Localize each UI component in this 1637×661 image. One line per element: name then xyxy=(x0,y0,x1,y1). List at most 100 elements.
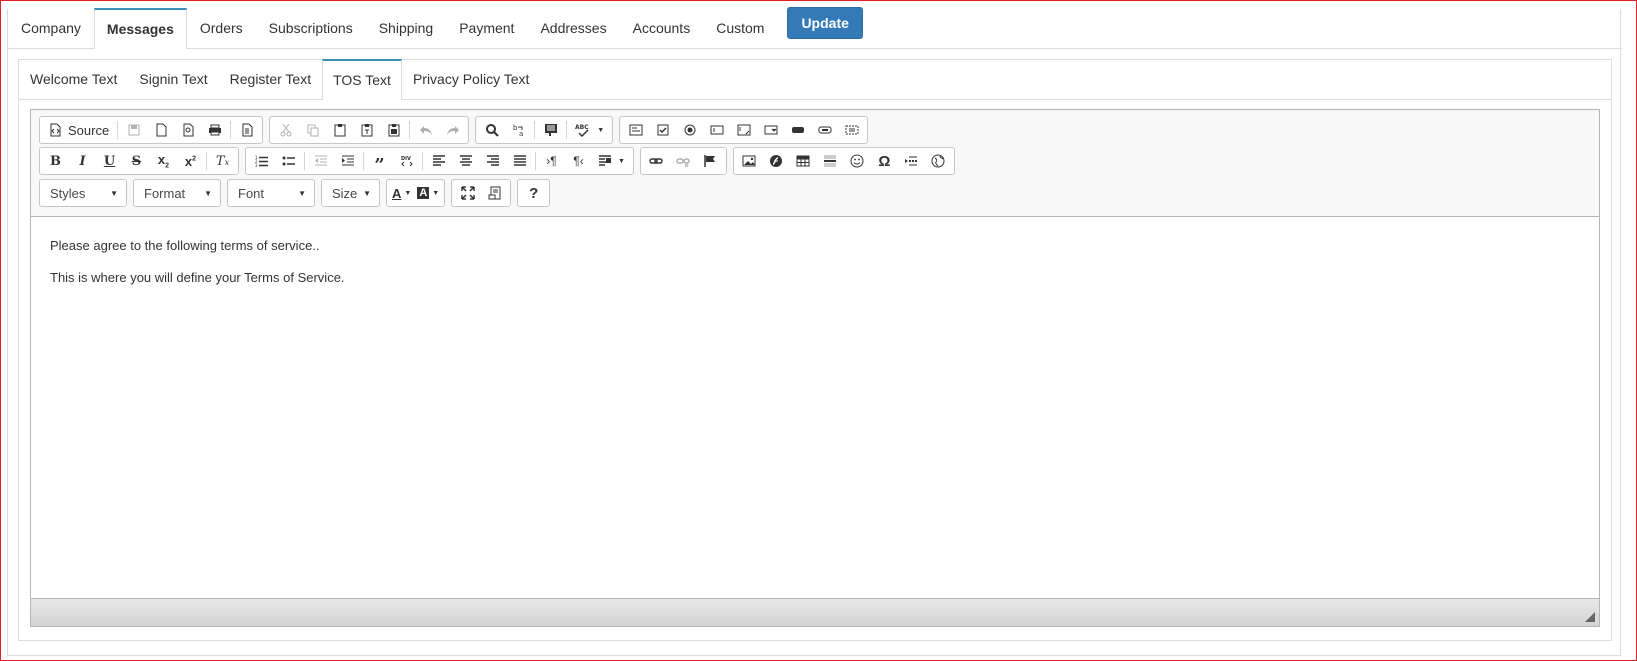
form-button[interactable] xyxy=(622,118,649,142)
strike-button[interactable]: S xyxy=(123,149,150,173)
editor-content[interactable]: Please agree to the following terms of s… xyxy=(31,217,1599,598)
tab-accounts[interactable]: Accounts xyxy=(620,8,704,48)
tab-payment[interactable]: Payment xyxy=(446,8,527,48)
background-color-button[interactable]: A ▼ xyxy=(414,181,442,205)
tab-company[interactable]: Company xyxy=(8,8,94,48)
help-button[interactable]: ? xyxy=(520,181,547,205)
justify-button[interactable] xyxy=(506,149,533,173)
create-div-button[interactable]: DIV xyxy=(393,149,420,173)
tab-tos-text[interactable]: TOS Text xyxy=(322,59,402,100)
subscript-button[interactable]: x2 xyxy=(150,149,177,173)
cut-button[interactable] xyxy=(272,118,299,142)
resize-handle-icon[interactable] xyxy=(1585,612,1595,622)
undo-icon xyxy=(419,126,432,135)
indent-button[interactable] xyxy=(334,149,361,173)
tab-addresses[interactable]: Addresses xyxy=(527,8,619,48)
print-button[interactable] xyxy=(201,118,228,142)
unlink-button[interactable] xyxy=(670,149,697,173)
source-button[interactable]: Source xyxy=(42,118,115,142)
special-char-button[interactable]: Ω xyxy=(871,149,898,173)
bulleted-list-button[interactable] xyxy=(275,149,302,173)
show-blocks-icon xyxy=(488,186,501,200)
tab-register-text[interactable]: Register Text xyxy=(219,59,322,99)
image-button-field-button[interactable] xyxy=(811,118,838,142)
image-button[interactable] xyxy=(736,149,763,173)
ltr-button[interactable]: ›¶ xyxy=(538,149,565,173)
settings-panel: Company Messages Orders Subscriptions Sh… xyxy=(7,6,1622,656)
flash-button[interactable] xyxy=(763,149,790,173)
globe-icon xyxy=(931,154,945,168)
blockquote-button[interactable]: ” xyxy=(366,149,393,176)
tab-welcome-text[interactable]: Welcome Text xyxy=(19,59,128,99)
textarea-button[interactable] xyxy=(730,118,757,142)
replace-button[interactable]: ba xyxy=(505,118,532,142)
save-button[interactable] xyxy=(120,118,147,142)
templates-button[interactable] xyxy=(233,118,260,142)
tab-signin-text[interactable]: Signin Text xyxy=(128,59,218,99)
table-button[interactable] xyxy=(790,149,817,173)
tab-privacy-policy-text[interactable]: Privacy Policy Text xyxy=(402,59,540,99)
button-field-button[interactable] xyxy=(784,118,811,142)
align-left-button[interactable] xyxy=(425,149,452,173)
remove-format-button[interactable]: Tx xyxy=(209,149,236,173)
checkbox-button[interactable] xyxy=(649,118,676,142)
tab-subscriptions[interactable]: Subscriptions xyxy=(256,8,366,48)
paste-text-button[interactable] xyxy=(353,118,380,142)
preview-button[interactable] xyxy=(174,118,201,142)
font-dropdown[interactable]: Font ▼ xyxy=(227,179,315,207)
checkbox-icon xyxy=(657,124,669,136)
window-frame: Company Messages Orders Subscriptions Sh… xyxy=(0,0,1637,661)
anchor-button[interactable] xyxy=(697,149,724,173)
undo-button[interactable] xyxy=(412,118,439,142)
update-button[interactable]: Update xyxy=(787,6,863,39)
italic-button[interactable]: I xyxy=(69,149,96,173)
horizontal-rule-button[interactable] xyxy=(817,149,844,173)
radio-button[interactable] xyxy=(676,118,703,142)
tab-shipping[interactable]: Shipping xyxy=(366,8,447,48)
tab-messages[interactable]: Messages xyxy=(93,8,187,49)
format-dropdown[interactable]: Format ▼ xyxy=(133,179,221,207)
paste-button[interactable] xyxy=(326,118,353,142)
iframe-button[interactable] xyxy=(925,149,952,173)
underline-button[interactable]: U xyxy=(96,149,123,173)
styles-dropdown[interactable]: Styles ▼ xyxy=(39,179,127,207)
align-right-button[interactable] xyxy=(479,149,506,173)
replace-icon: ba xyxy=(513,124,523,137)
flash-icon xyxy=(770,155,783,167)
forms-group xyxy=(619,116,869,144)
paste-text-icon xyxy=(361,124,373,137)
separator xyxy=(206,152,207,170)
smiley-button[interactable] xyxy=(844,149,871,173)
superscript-button[interactable]: x2 xyxy=(177,149,204,173)
tab-custom[interactable]: Custom xyxy=(703,8,777,48)
select-field-button[interactable] xyxy=(757,118,784,142)
tab-orders[interactable]: Orders xyxy=(187,8,256,48)
separator xyxy=(422,152,423,170)
find-button[interactable] xyxy=(478,118,505,142)
language-button[interactable]: ▼ xyxy=(592,149,631,173)
page-break-button[interactable] xyxy=(898,149,925,173)
separator xyxy=(535,152,536,170)
show-blocks-button[interactable] xyxy=(481,181,508,205)
image-icon xyxy=(742,155,756,167)
text-color-button[interactable]: A ▼ xyxy=(389,181,414,205)
textarea-icon xyxy=(737,124,751,136)
spellcheck-button[interactable]: ABC ▼ xyxy=(569,118,610,142)
maximize-button[interactable] xyxy=(454,181,481,205)
new-page-button[interactable] xyxy=(147,118,174,142)
select-all-button[interactable] xyxy=(537,118,564,142)
redo-button[interactable] xyxy=(439,118,466,142)
image-button-icon xyxy=(818,126,832,134)
numbered-list-button[interactable]: 123 xyxy=(248,149,275,173)
copy-button[interactable] xyxy=(299,118,326,142)
rtl-button[interactable]: ¶‹ xyxy=(565,149,592,173)
bold-button[interactable]: B xyxy=(42,149,69,173)
paste-word-button[interactable] xyxy=(380,118,407,142)
size-dropdown[interactable]: Size ▼ xyxy=(321,179,380,207)
text-field-button[interactable] xyxy=(703,118,730,142)
justify-icon xyxy=(513,155,526,166)
outdent-button[interactable] xyxy=(307,149,334,173)
align-center-button[interactable] xyxy=(452,149,479,173)
hidden-field-button[interactable] xyxy=(838,118,865,142)
link-button[interactable] xyxy=(643,149,670,173)
